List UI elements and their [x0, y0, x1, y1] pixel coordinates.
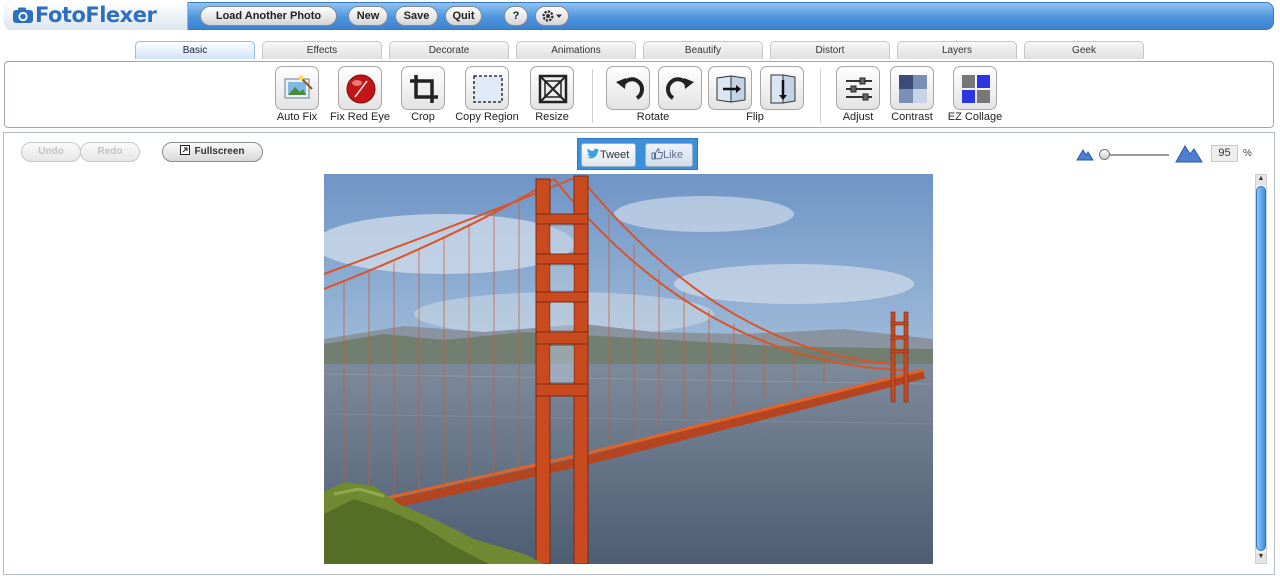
- tab-distort[interactable]: Distort: [770, 41, 890, 59]
- top-toolbar: [4, 2, 1274, 30]
- collage-icon: [962, 75, 990, 103]
- sliders-icon: [846, 77, 872, 101]
- ez-collage-button[interactable]: [953, 66, 997, 110]
- photo-canvas[interactable]: [324, 174, 933, 564]
- rotate-left-button[interactable]: [606, 66, 650, 110]
- tab-animations[interactable]: Animations: [516, 41, 636, 59]
- crop-label: Crop: [411, 111, 435, 123]
- tab-basic[interactable]: Basic: [135, 41, 255, 59]
- zoom-out-mountain-icon[interactable]: [1076, 147, 1094, 161]
- like-button[interactable]: Like: [645, 143, 693, 167]
- tab-beautify[interactable]: Beautify: [643, 41, 763, 59]
- load-another-photo-button[interactable]: Load Another Photo: [200, 6, 337, 26]
- separator: [820, 69, 821, 123]
- adjust-button[interactable]: [836, 66, 880, 110]
- twitter-bird-icon: [587, 148, 600, 159]
- zoom-in-mountain-icon[interactable]: [1175, 143, 1203, 163]
- resize-label: Resize: [535, 111, 569, 123]
- undo-button[interactable]: Undo: [21, 142, 81, 162]
- rotate-label: Rotate: [636, 111, 670, 123]
- fix-red-eye-button[interactable]: [338, 66, 382, 110]
- fullscreen-button[interactable]: Fullscreen: [162, 142, 263, 162]
- copy-region-icon: [473, 75, 503, 103]
- rotate-left-icon: [616, 77, 644, 100]
- resize-button[interactable]: [530, 66, 574, 110]
- fix-red-eye-label: Fix Red Eye: [330, 111, 390, 123]
- save-button[interactable]: Save: [395, 6, 438, 26]
- tweet-label: Tweet: [600, 149, 630, 161]
- tab-effects[interactable]: Effects: [262, 41, 382, 59]
- contrast-label: Contrast: [891, 111, 933, 123]
- redo-button[interactable]: Redo: [80, 142, 140, 162]
- tweet-button[interactable]: Tweet: [581, 143, 636, 167]
- quit-button[interactable]: Quit: [445, 6, 482, 26]
- flip-label: Flip: [746, 111, 764, 123]
- separator: [592, 69, 593, 123]
- scroll-thumb[interactable]: [1256, 186, 1266, 551]
- tab-decorate[interactable]: Decorate: [389, 41, 509, 59]
- tab-geek[interactable]: Geek: [1024, 41, 1144, 59]
- settings-button[interactable]: [535, 6, 569, 26]
- auto-fix-label: Auto Fix: [276, 111, 318, 123]
- fullscreen-icon: [180, 145, 191, 155]
- auto-fix-icon: [284, 75, 313, 99]
- scroll-down-arrow-icon[interactable]: ▼: [1256, 553, 1266, 563]
- flip-vertical-icon: [770, 74, 796, 104]
- resize-icon: [538, 74, 568, 104]
- thumbs-up-icon: [651, 148, 664, 160]
- ez-collage-label: EZ Collage: [947, 111, 1003, 123]
- auto-fix-button[interactable]: [275, 66, 319, 110]
- zoom-slider-track[interactable]: [1100, 154, 1169, 156]
- new-button[interactable]: New: [348, 6, 388, 26]
- flip-horizontal-button[interactable]: [708, 66, 752, 110]
- camera-logo-icon: [13, 7, 33, 23]
- zoom-input[interactable]: 95: [1211, 145, 1238, 162]
- zoom-slider-handle[interactable]: [1099, 149, 1110, 160]
- flip-vertical-button[interactable]: [760, 66, 804, 110]
- contrast-icon: [899, 75, 927, 103]
- red-eye-icon: [346, 74, 376, 104]
- rotate-right-button[interactable]: [658, 66, 702, 110]
- flip-horizontal-icon: [716, 75, 746, 103]
- help-button[interactable]: ?: [504, 6, 528, 26]
- zoom-unit: %: [1243, 148, 1252, 159]
- gear-icon: [542, 10, 562, 22]
- crop-button[interactable]: [401, 66, 445, 110]
- crop-icon: [410, 75, 438, 103]
- adjust-label: Adjust: [842, 111, 874, 123]
- like-label: Like: [663, 149, 684, 161]
- fullscreen-label: Fullscreen: [194, 146, 245, 157]
- rotate-right-icon: [666, 77, 694, 100]
- tab-layers[interactable]: Layers: [897, 41, 1017, 59]
- copy-region-label: Copy Region: [455, 111, 519, 123]
- scroll-up-arrow-icon[interactable]: ▲: [1256, 175, 1266, 185]
- copy-region-button[interactable]: [465, 66, 509, 110]
- app-name: FotoFlexer: [35, 3, 157, 27]
- bridge-photo: [324, 174, 933, 564]
- contrast-button[interactable]: [890, 66, 934, 110]
